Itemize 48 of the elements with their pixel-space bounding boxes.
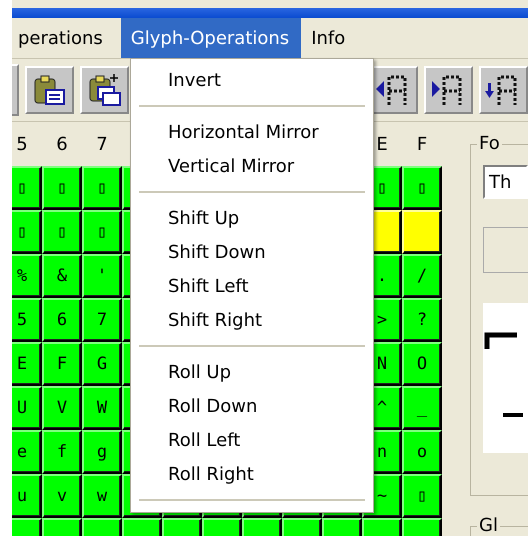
glyph-cell[interactable]: W xyxy=(82,386,122,430)
glyph-cell[interactable]: F xyxy=(42,342,82,386)
glyph-cell[interactable]: ▯ xyxy=(42,210,82,254)
glyph-cell[interactable]: 7 xyxy=(82,298,122,342)
glyph-cell[interactable]: o xyxy=(402,430,442,474)
text-field[interactable]: Th xyxy=(483,165,528,199)
glyph-cell[interactable]: & xyxy=(42,254,82,298)
glyph-cell[interactable]: u xyxy=(12,474,42,518)
glyph-cell[interactable]: 6 xyxy=(42,298,82,342)
menu-item[interactable]: Glyph-Operations xyxy=(120,18,302,58)
glyph-cell[interactable]: O xyxy=(402,342,442,386)
glyph-cell[interactable]: ▯ xyxy=(42,166,82,210)
column-header: 6 xyxy=(55,132,69,156)
glyph-cell[interactable]: 5 xyxy=(12,298,42,342)
glyph-cell[interactable]: e xyxy=(12,430,42,474)
menu-item[interactable]: Info xyxy=(301,18,356,58)
glyph-cell[interactable]: ▯ xyxy=(82,210,122,254)
glyph-cell[interactable]: V xyxy=(42,386,82,430)
column-header: 5 xyxy=(15,132,29,156)
toolbar-button[interactable] xyxy=(478,66,528,114)
glyph-cell[interactable]: ▯ xyxy=(402,474,442,518)
paste-plus-icon xyxy=(88,73,122,107)
glyph-cell[interactable]: ▯ xyxy=(12,166,42,210)
toolbar-button[interactable] xyxy=(80,66,130,114)
glyph-cell[interactable]: E xyxy=(12,342,42,386)
glyph-cell[interactable]: g xyxy=(82,430,122,474)
glyph-cell[interactable]: ▯ xyxy=(402,166,442,210)
glyph-cell[interactable]: % xyxy=(12,254,42,298)
menu-item[interactable]: perations xyxy=(18,18,113,58)
glyph-cell[interactable]: ? xyxy=(402,298,442,342)
glyph-cell[interactable]: w xyxy=(82,474,122,518)
glyph-cell[interactable]: G xyxy=(82,342,122,386)
paste-icon xyxy=(32,73,67,107)
glyph-cell[interactable]: ' xyxy=(82,254,122,298)
glyph-cell[interactable]: f xyxy=(42,430,82,474)
menu-item[interactable]: Invert xyxy=(131,63,373,97)
menu-item[interactable]: Horizontal Mirror xyxy=(131,115,373,149)
toolbar-button[interactable] xyxy=(424,66,473,114)
column-header: E xyxy=(375,132,389,156)
glyph-cell[interactable]: ▯ xyxy=(12,210,42,254)
column-header: 7 xyxy=(95,132,109,156)
glyph-cell[interactable]: ▯ xyxy=(82,166,122,210)
column-header: F xyxy=(416,132,428,156)
glyph-cell[interactable]: / xyxy=(402,254,442,298)
glyph-cell[interactable]: U xyxy=(12,386,42,430)
glyph-cell[interactable]: v xyxy=(42,474,82,518)
glyph-cell[interactable]: _ xyxy=(402,386,442,430)
toolbar-button[interactable] xyxy=(25,66,74,114)
